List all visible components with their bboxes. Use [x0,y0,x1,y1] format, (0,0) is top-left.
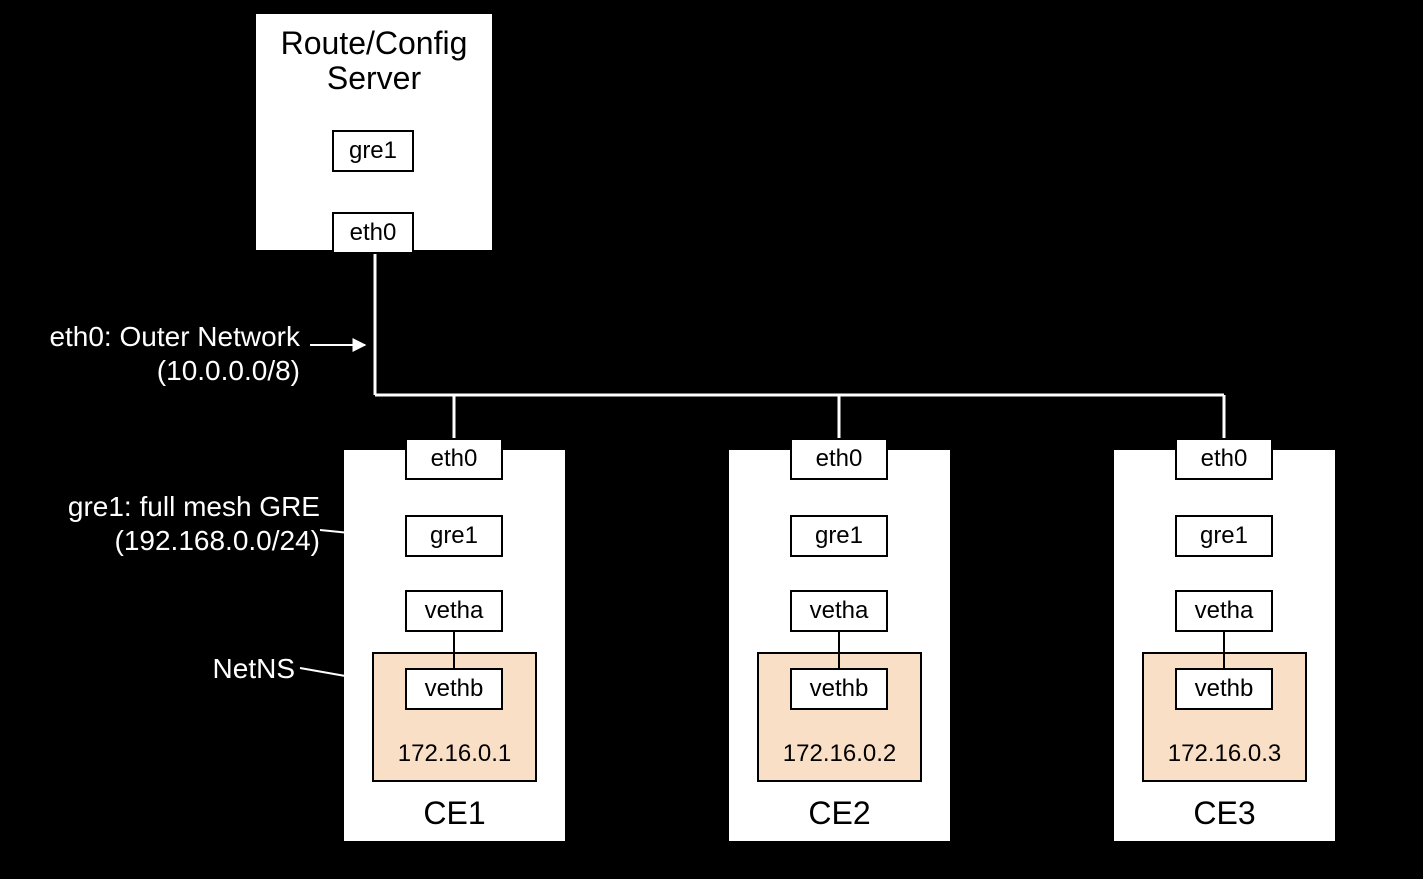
route-server-eth0: eth0 [332,212,414,254]
ce3-vethb: vethb [1175,668,1273,710]
ce1-vetha: vetha [405,590,503,632]
route-server-title-line1: Route/Config [281,25,468,61]
gre-mesh-label: gre1: full mesh GRE (192.168.0.0/24) [20,490,320,557]
ce3-gre1: gre1 [1175,515,1273,557]
ce2-veth-link [838,632,840,668]
ce1-gre1: gre1 [405,515,503,557]
ce1-vethb: vethb [405,668,503,710]
ce1-ip: 172.16.0.1 [372,740,537,768]
ce3-label: CE3 [1112,795,1337,832]
ce3-veth-link [1223,632,1225,668]
outer-network-label: eth0: Outer Network (10.0.0.0/8) [0,320,300,387]
route-server-title-line2: Server [327,60,421,96]
ce2-vethb: vethb [790,668,888,710]
netns-label: NetNS [155,652,295,686]
route-server-title: Route/Config Server [256,26,492,96]
ce1-veth-link [453,632,455,668]
ce2-vetha: vetha [790,590,888,632]
ce3-vetha: vetha [1175,590,1273,632]
ce2-gre1: gre1 [790,515,888,557]
route-server-gre1: gre1 [332,130,414,172]
ce2-label: CE2 [727,795,952,832]
ce3-eth0: eth0 [1175,438,1273,480]
ce2-eth0: eth0 [790,438,888,480]
ce1-label: CE1 [342,795,567,832]
ce2-ip: 172.16.0.2 [757,740,922,768]
ce1-eth0: eth0 [405,438,503,480]
ce3-ip: 172.16.0.3 [1142,740,1307,768]
